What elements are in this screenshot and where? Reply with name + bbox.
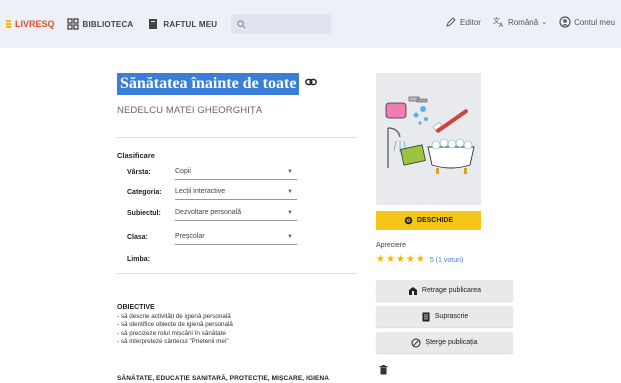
nav-biblioteca-label: BIBLIOTECA: [82, 19, 134, 29]
delete-publication-button[interactable]: Șterge publicația: [376, 332, 513, 353]
pen-icon: [446, 17, 456, 27]
field-value: Dezvoltare personală: [175, 209, 242, 216]
dropdown-caret-icon: ▼: [287, 188, 293, 195]
open-button[interactable]: DESCHIDE: [376, 211, 481, 230]
link-icon[interactable]: [305, 75, 318, 93]
nav-raftul-label: RAFTUL MEU: [163, 19, 218, 29]
objective-item: - să identifice obiecte de igienă person…: [117, 321, 233, 329]
book-icon: [149, 19, 158, 29]
unpublish-icon: [408, 286, 417, 295]
star-icon[interactable]: ★: [376, 255, 385, 265]
editor-link[interactable]: Editor: [445, 16, 481, 28]
objectives-heading: OBIECTIVE: [117, 304, 155, 311]
language-selector[interactable]: 文A Română ⌄: [493, 16, 547, 28]
dropdown-caret-icon: ▼: [287, 209, 293, 216]
editor-label: Editor: [460, 17, 481, 27]
field-categoria[interactable]: Categoria: Lecții interactive ▼: [127, 184, 297, 200]
eye-icon: [404, 216, 413, 225]
tags-line: SĂNĂTATE, EDUCAȚIE SANITARĂ, PROTECȚIE, …: [117, 375, 330, 382]
language-label: Română: [507, 17, 539, 27]
document-icon: [422, 312, 430, 321]
field-value: Lecții interactive: [175, 188, 226, 195]
rating-stars[interactable]: ★ ★ ★ ★ ★ 5 (1 voturi): [376, 255, 463, 265]
logo-icon: [6, 20, 11, 28]
field-subiectul[interactable]: Subiectul: Dezvoltare personală ▼: [127, 205, 297, 221]
search-input[interactable]: [231, 14, 332, 34]
book-author: NEDELCU MATEI GHEORGHIȚA: [117, 105, 263, 116]
field-limba: Limba:: [127, 251, 297, 267]
nav-raftul-meu[interactable]: RAFTUL MEU: [147, 18, 217, 30]
field-label: Clasa:: [127, 233, 149, 241]
star-icon[interactable]: ★: [396, 255, 405, 265]
open-button-label: DESCHIDE: [416, 217, 454, 224]
logo-text: LIVRESQ: [15, 19, 55, 29]
classification-heading: Clasificare: [117, 151, 155, 160]
rating-count: 5 (1 voturi): [429, 256, 464, 264]
divider: [117, 137, 357, 138]
field-value: Copii: [175, 168, 191, 175]
star-icon[interactable]: ★: [386, 255, 395, 265]
overwrite-label: Suprascrie: [434, 313, 469, 320]
varsta-select[interactable]: Copii ▼: [175, 164, 297, 180]
objective-item: - să interpreteze cântecul "Prietenii me…: [117, 338, 229, 346]
objectives-block: OBIECTIVE - să descrie activități de igi…: [117, 304, 233, 347]
library-icon: [66, 18, 79, 30]
field-label: Categoria:: [127, 188, 162, 196]
categoria-select[interactable]: Lecții interactive ▼: [175, 184, 297, 200]
field-clasa[interactable]: Clasa: Preșcolar ▼: [127, 229, 297, 245]
dropdown-caret-icon: ▼: [287, 233, 293, 240]
search-icon: [237, 19, 246, 28]
hygiene-illustration: [385, 96, 475, 174]
book-title: Sănătatea înainte de toate: [117, 73, 300, 95]
field-label: Subiectul:: [127, 209, 161, 217]
block-icon: [411, 338, 421, 347]
dropdown-caret-icon: ▼: [287, 168, 293, 175]
field-label: Vârsta:: [127, 168, 151, 176]
rating-label: Apreciere: [376, 242, 406, 249]
svg-text:A: A: [499, 22, 504, 28]
field-value: Preșcolar: [175, 233, 205, 240]
account-menu[interactable]: Contul meu: [559, 16, 615, 28]
nav-right-group: Editor 文A Română ⌄ Contul meu: [445, 16, 615, 28]
livresq-logo[interactable]: LIVRESQ: [6, 19, 55, 29]
star-icon[interactable]: ★: [406, 255, 415, 265]
objective-item: - să descrie activități de igienă person…: [117, 312, 231, 320]
field-varsta[interactable]: Vârsta: Copii ▼: [127, 164, 297, 180]
withdraw-label: Retrage publicarea: [421, 287, 482, 294]
star-icon[interactable]: ★: [416, 255, 425, 265]
title-row: Sănătatea înainte de toate: [117, 73, 318, 95]
objective-item: - să precizeze rolul mișcării în sănătat…: [117, 329, 226, 337]
subiectul-select[interactable]: Dezvoltare personală ▼: [175, 205, 297, 221]
trash-icon[interactable]: [379, 362, 388, 380]
clasa-select[interactable]: Preșcolar ▼: [175, 229, 297, 245]
divider: [117, 273, 357, 274]
delete-label: Șterge publicația: [425, 339, 478, 346]
overwrite-button[interactable]: Suprascrie: [376, 306, 513, 327]
translate-icon: 文A: [493, 16, 504, 28]
account-icon: [559, 16, 571, 28]
main-content: Sănătatea înainte de toate NEDELCU MATEI…: [0, 48, 621, 383]
chevron-down-icon: ⌄: [541, 19, 548, 26]
nav-biblioteca[interactable]: BIBLIOTECA: [66, 18, 134, 30]
top-navbar: LIVRESQ BIBLIOTECA RAFTUL MEU Editor 文A …: [0, 0, 621, 48]
book-cover-image: [376, 73, 481, 205]
account-label: Contul meu: [574, 17, 615, 27]
field-label: Limba:: [127, 255, 150, 263]
withdraw-publication-button[interactable]: Retrage publicarea: [376, 280, 513, 301]
